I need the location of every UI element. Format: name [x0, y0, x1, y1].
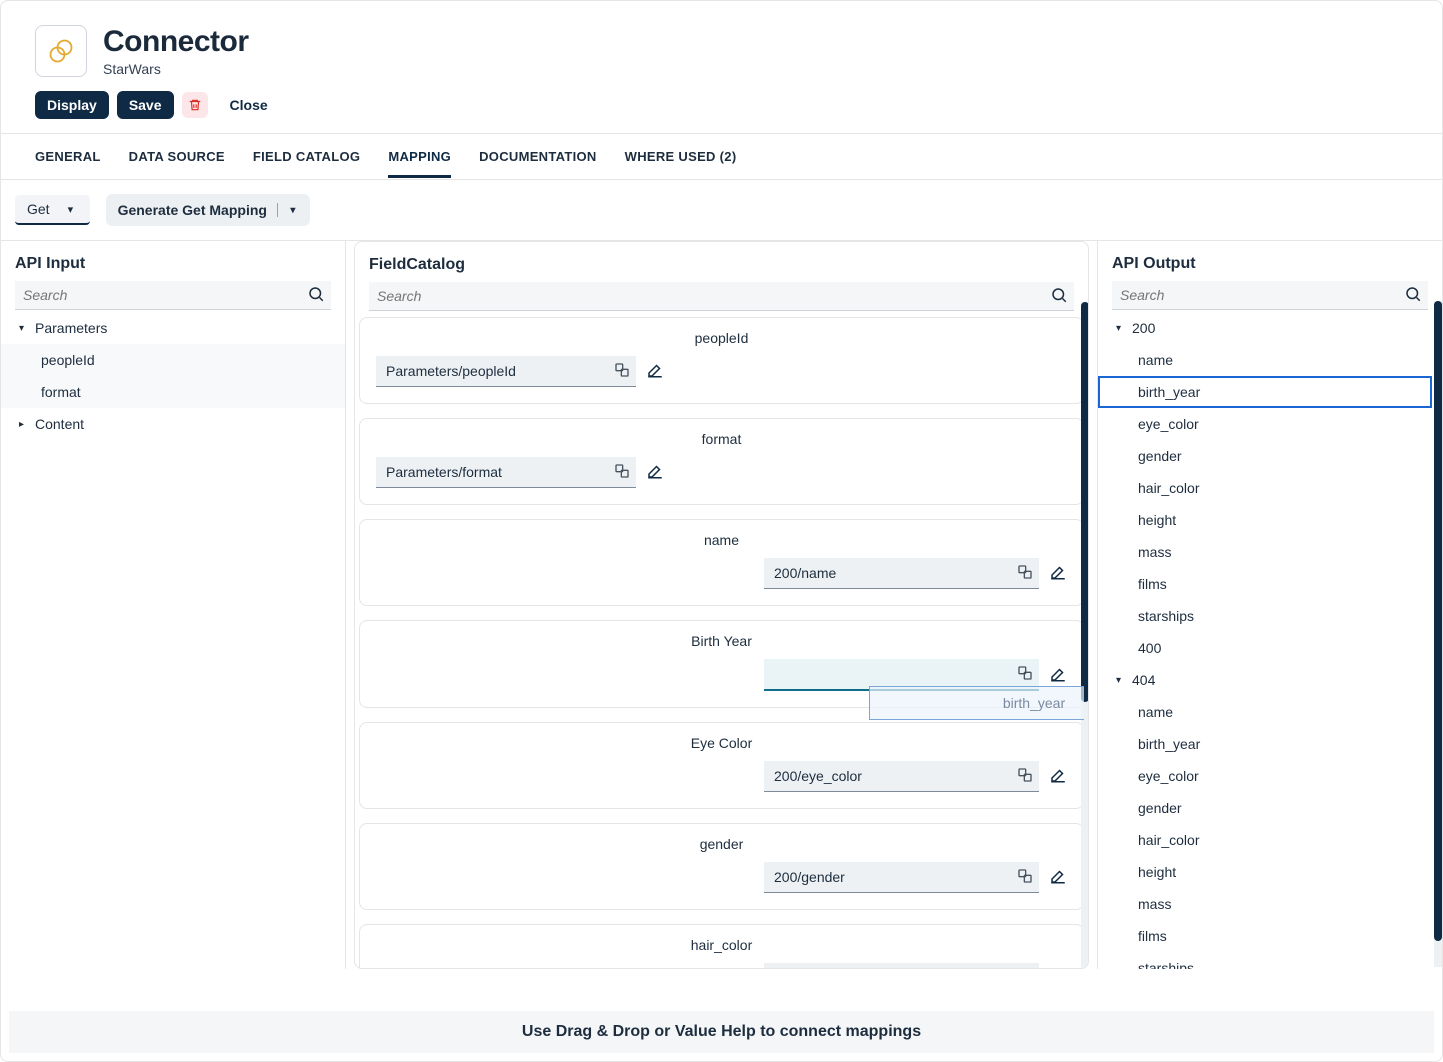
tab-general[interactable]: GENERAL: [35, 135, 101, 178]
mapping-card: format: [359, 418, 1084, 505]
mapping-input[interactable]: [376, 356, 636, 387]
mapping-card: gender: [359, 823, 1084, 910]
value-help-icon[interactable]: [1017, 868, 1033, 887]
method-select[interactable]: Get ▾: [15, 195, 90, 225]
edit-icon[interactable]: [1049, 563, 1067, 584]
edit-icon[interactable]: [646, 361, 664, 382]
mapping-input[interactable]: [376, 457, 636, 488]
edit-icon[interactable]: [646, 462, 664, 483]
tree-item[interactable]: birth_year: [1098, 376, 1432, 408]
chevron-down-icon: ▸: [19, 419, 29, 430]
tree-item[interactable]: hair_color: [1098, 824, 1432, 856]
api-input-search[interactable]: [15, 281, 331, 310]
tree-item[interactable]: starships: [1098, 600, 1432, 632]
display-button[interactable]: Display: [35, 91, 109, 119]
mapping-label: hair_color: [376, 937, 1067, 953]
tree-item[interactable]: films: [1098, 568, 1432, 600]
api-output-search[interactable]: [1112, 281, 1428, 310]
tree-group-200[interactable]: ▾200: [1098, 312, 1432, 344]
search-icon: [1050, 286, 1068, 307]
trash-icon: [188, 98, 202, 112]
tree-item[interactable]: height: [1098, 504, 1432, 536]
tree-item[interactable]: name: [1098, 344, 1432, 376]
tab-mapping[interactable]: MAPPING: [388, 135, 451, 178]
page-title: Connector: [103, 25, 249, 59]
field-catalog-search[interactable]: [369, 282, 1074, 311]
search-icon: [1404, 285, 1422, 306]
tree-item[interactable]: gender: [1098, 792, 1432, 824]
mapping-input[interactable]: [764, 558, 1039, 589]
generate-mapping-button[interactable]: Generate Get Mapping ▾: [106, 194, 310, 226]
tree-item[interactable]: eye_color: [1098, 408, 1432, 440]
mapping-label: format: [376, 431, 1067, 447]
chevron-down-icon: ▾: [1116, 323, 1126, 334]
mapping-input[interactable]: [764, 963, 1039, 968]
value-help-icon[interactable]: [1017, 564, 1033, 583]
hint-bar: Use Drag & Drop or Value Help to connect…: [9, 1011, 1434, 1053]
mapping-card: name: [359, 519, 1084, 606]
tree-item[interactable]: 400: [1098, 632, 1432, 664]
api-output-title: API Output: [1098, 241, 1442, 281]
page-subtitle: StarWars: [103, 61, 249, 77]
tree-group-content[interactable]: ▸Content: [1, 408, 345, 440]
generate-mapping-label: Generate Get Mapping: [118, 202, 267, 218]
tree-item[interactable]: eye_color: [1098, 760, 1432, 792]
mapping-card: Eye Color: [359, 722, 1084, 809]
connector-logo: [35, 25, 87, 77]
mapping-label: Eye Color: [376, 735, 1067, 751]
mapping-input[interactable]: [764, 761, 1039, 792]
tree-item[interactable]: name: [1098, 696, 1432, 728]
mapping-label: peopleId: [376, 330, 1067, 346]
api-input-title: API Input: [1, 241, 345, 281]
tree-item[interactable]: starships: [1098, 952, 1432, 969]
field-catalog-title: FieldCatalog: [355, 242, 1088, 282]
mapping-label: gender: [376, 836, 1067, 852]
tab-data-source[interactable]: DATA SOURCE: [129, 135, 225, 178]
tree-group-404[interactable]: ▾404: [1098, 664, 1432, 696]
tree-item[interactable]: films: [1098, 920, 1432, 952]
value-help-icon[interactable]: [614, 463, 630, 482]
chevron-down-icon: ▾: [19, 323, 29, 334]
tree-item[interactable]: format: [1, 376, 345, 408]
edit-icon[interactable]: [1049, 867, 1067, 888]
tree-item[interactable]: mass: [1098, 536, 1432, 568]
delete-button[interactable]: [182, 92, 208, 118]
tree-item[interactable]: height: [1098, 856, 1432, 888]
save-button[interactable]: Save: [117, 91, 174, 119]
edit-icon[interactable]: [1049, 766, 1067, 787]
tab-field-catalog[interactable]: FIELD CATALOG: [253, 135, 360, 178]
chevron-down-icon: ▾: [1116, 675, 1126, 686]
tree-group-parameters[interactable]: ▾Parameters: [1, 312, 345, 344]
value-help-icon[interactable]: [1017, 767, 1033, 786]
close-link[interactable]: Close: [230, 97, 268, 113]
method-select-value: Get: [27, 201, 50, 217]
tree-item[interactable]: mass: [1098, 888, 1432, 920]
tab-documentation[interactable]: DOCUMENTATION: [479, 135, 597, 178]
mapping-input[interactable]: [764, 862, 1039, 893]
tree-item[interactable]: birth_year: [1098, 728, 1432, 760]
scrollbar[interactable]: [1081, 302, 1089, 968]
tree-item[interactable]: gender: [1098, 440, 1432, 472]
mapping-label: Birth Year: [376, 633, 1067, 649]
mapping-input[interactable]: [764, 659, 1039, 691]
chevron-down-icon: ▾: [288, 205, 298, 216]
search-icon: [307, 285, 325, 306]
mapping-card: hair_color: [359, 924, 1084, 968]
mapping-card: Birth Year: [359, 620, 1084, 708]
tree-item[interactable]: peopleId: [1, 344, 345, 376]
mapping-card: peopleId: [359, 317, 1084, 404]
edit-icon[interactable]: [1049, 665, 1067, 686]
tree-item[interactable]: hair_color: [1098, 472, 1432, 504]
tab-where-used-2-[interactable]: WHERE USED (2): [625, 135, 737, 178]
value-help-icon[interactable]: [614, 362, 630, 381]
mapping-label: name: [376, 532, 1067, 548]
chevron-down-icon: ▾: [68, 203, 78, 216]
value-help-icon[interactable]: [1017, 665, 1033, 684]
scrollbar[interactable]: [1434, 301, 1442, 967]
